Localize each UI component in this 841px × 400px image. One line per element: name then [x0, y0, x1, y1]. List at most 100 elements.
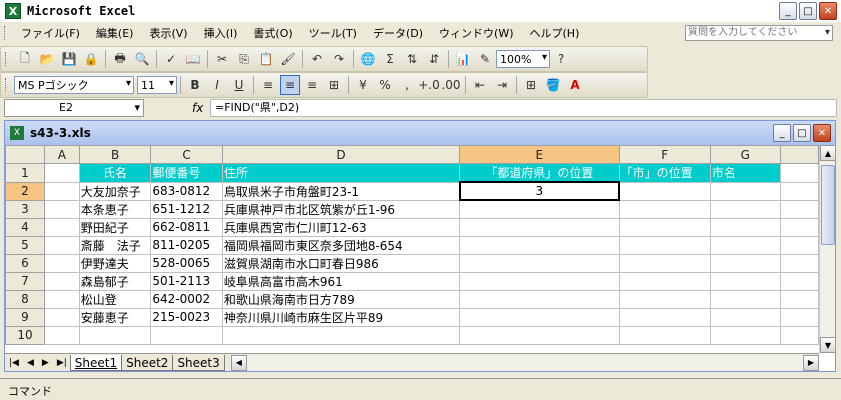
cell-address[interactable]: 和歌山県海南市日方789 [221, 289, 461, 309]
increase-indent-icon[interactable]: ⇥ [492, 75, 512, 95]
select-all-button[interactable] [5, 145, 45, 164]
cell[interactable] [43, 235, 80, 255]
scroll-thumb[interactable] [821, 165, 835, 245]
cell-header-address[interactable]: 住所 [221, 163, 461, 183]
cell-zip[interactable]: 528-0065 [150, 253, 223, 273]
cell-zip[interactable]: 651-1212 [150, 199, 223, 219]
cell-address[interactable]: 滋賀県湖南市水口町春日986 [221, 253, 461, 273]
toolbar-grip[interactable] [5, 78, 8, 92]
font-size-select[interactable]: 11 [137, 76, 177, 94]
tab-next-icon[interactable]: ▶ [38, 358, 53, 368]
row-header[interactable]: 6 [5, 253, 45, 273]
cell[interactable] [43, 289, 80, 309]
cell-name[interactable]: 野田紀子 [78, 217, 152, 237]
help-search-input[interactable]: 質問を入力してください [685, 25, 833, 41]
cell[interactable] [779, 253, 819, 273]
cell[interactable] [709, 235, 781, 255]
cell[interactable] [779, 181, 819, 201]
cell-address[interactable]: 鳥取県米子市角盤町23-1 [221, 181, 461, 201]
cell-zip[interactable]: 642-0002 [150, 289, 223, 309]
cut-icon[interactable]: ✂ [212, 49, 232, 69]
cell[interactable] [43, 199, 80, 219]
undo-icon[interactable]: ↶ [307, 49, 327, 69]
row-header[interactable]: 9 [5, 307, 45, 327]
workbook-minimize-button[interactable]: _ [773, 124, 791, 142]
bold-button[interactable]: B [185, 75, 205, 95]
tab-sheet3[interactable]: Sheet3 [172, 354, 225, 371]
borders-icon[interactable]: ⊞ [521, 75, 541, 95]
cell-address[interactable]: 兵庫県神戸市北区筑紫が丘1-96 [221, 199, 461, 219]
tab-last-icon[interactable]: ▶| [53, 358, 71, 368]
cell[interactable] [459, 325, 620, 345]
cell[interactable] [43, 307, 80, 327]
cell[interactable] [459, 271, 620, 291]
cell[interactable] [618, 271, 711, 291]
cell[interactable] [459, 199, 620, 219]
menu-file[interactable]: ファイル(F) [13, 25, 88, 41]
cell-name[interactable]: 森島郁子 [78, 271, 152, 291]
font-color-icon[interactable]: A [565, 75, 585, 95]
spelling-icon[interactable]: ✓ [161, 49, 181, 69]
cell-name[interactable]: 伊野達夫 [78, 253, 152, 273]
cell[interactable] [779, 163, 819, 183]
cell[interactable] [618, 181, 711, 201]
tab-sheet2[interactable]: Sheet2 [121, 354, 174, 371]
menu-edit[interactable]: 編集(E) [88, 25, 142, 41]
cell[interactable] [779, 199, 819, 219]
cell[interactable] [43, 163, 80, 183]
cell[interactable] [779, 289, 819, 309]
cell-name[interactable]: 本条恵子 [78, 199, 152, 219]
comma-button[interactable]: , [397, 75, 417, 95]
save-icon[interactable]: 💾 [59, 49, 79, 69]
merge-center-icon[interactable]: ⊞ [324, 75, 344, 95]
print-icon[interactable]: 🖶 [110, 49, 130, 69]
row-header[interactable]: 10 [5, 325, 45, 345]
scroll-up-icon[interactable]: ▲ [820, 145, 836, 161]
cell[interactable] [221, 325, 461, 345]
cell-header-zip[interactable]: 郵便番号 [150, 163, 223, 183]
cell[interactable] [709, 271, 781, 291]
decrease-indent-icon[interactable]: ⇤ [470, 75, 490, 95]
workbook-restore-button[interactable]: □ [793, 124, 811, 142]
menu-window[interactable]: ウィンドウ(W) [431, 25, 521, 41]
cell[interactable] [709, 289, 781, 309]
row-header[interactable]: 1 [5, 163, 45, 183]
cell-name[interactable]: 斎藤 法子 [78, 235, 152, 255]
cell-header-name[interactable]: 氏名 [78, 163, 152, 183]
drawing-icon[interactable]: ✎ [475, 49, 495, 69]
menu-insert[interactable]: 挿入(I) [196, 25, 246, 41]
row-header[interactable]: 2 [5, 181, 45, 201]
align-right-icon[interactable]: ≡ [302, 75, 322, 95]
cell-address[interactable]: 岐阜県高富市高木961 [221, 271, 461, 291]
cell[interactable] [459, 217, 620, 237]
column-header-e[interactable]: E [459, 145, 620, 164]
cell-zip[interactable]: 662-0811 [150, 217, 223, 237]
cell[interactable] [150, 325, 223, 345]
cell-address[interactable]: 神奈川県川崎市麻生区片平89 [221, 307, 461, 327]
cell[interactable] [709, 181, 781, 201]
column-header-b[interactable]: B [78, 145, 152, 164]
copy-icon[interactable]: ⎘ [234, 49, 254, 69]
tab-prev-icon[interactable]: ◀ [23, 358, 38, 368]
column-header-g[interactable]: G [709, 145, 781, 164]
cell-name[interactable]: 大友加奈子 [78, 181, 152, 201]
cell-zip[interactable]: 215-0023 [150, 307, 223, 327]
cell[interactable] [618, 289, 711, 309]
cell-name[interactable]: 安藤恵子 [78, 307, 152, 327]
autosum-icon[interactable]: Σ [380, 49, 400, 69]
fill-color-icon[interactable]: 🪣 [543, 75, 563, 95]
cell[interactable] [618, 235, 711, 255]
column-header-f[interactable]: F [618, 145, 711, 164]
cell-header-pref-pos[interactable]: 「都道府県」の位置 [459, 163, 620, 183]
workbook-close-button[interactable]: ✕ [813, 124, 831, 142]
close-button[interactable]: ✕ [819, 2, 837, 20]
help-icon[interactable]: ? [551, 49, 571, 69]
cell[interactable] [459, 307, 620, 327]
cell-zip[interactable]: 683-0812 [150, 181, 223, 201]
new-icon[interactable]: 🗋 [15, 49, 35, 69]
chart-wizard-icon[interactable]: 📊 [453, 49, 473, 69]
scroll-right-icon[interactable]: ▶ [803, 354, 819, 371]
row-header[interactable]: 7 [5, 271, 45, 291]
cell[interactable] [459, 289, 620, 309]
menu-help[interactable]: ヘルプ(H) [522, 25, 588, 41]
